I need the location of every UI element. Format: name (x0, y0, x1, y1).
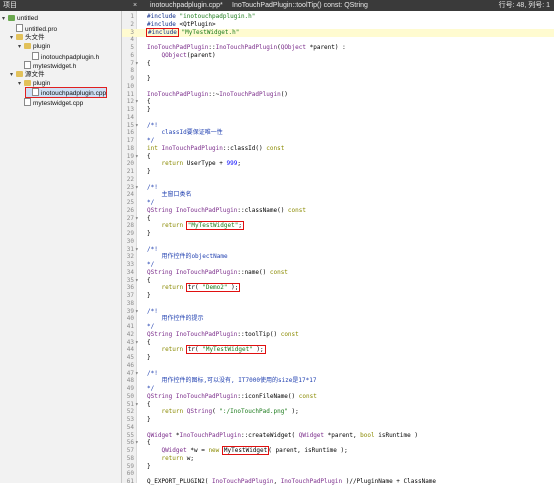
file-icon (24, 61, 31, 69)
tree-item-label: mytestwidget.cpp (33, 100, 84, 107)
folder-icon (24, 80, 31, 86)
folder-icon (24, 43, 31, 49)
tree-project[interactable]: ▾ untitled (2, 14, 38, 23)
folder-icon (16, 71, 23, 77)
file-icon (32, 88, 39, 96)
file-icon (32, 52, 39, 60)
file-icon (16, 24, 23, 32)
function-breadcrumb[interactable]: InoTouchPadPlugin::toolTip() const: QStr… (232, 0, 368, 11)
code-editor[interactable]: 1 #include "inotouchpadplugin.h" 2 #include… (122, 11, 554, 486)
tree-folder[interactable]: ▾ plugin (18, 79, 50, 88)
close-icon[interactable]: × (133, 0, 137, 11)
tree-file[interactable]: untitled.pro (10, 24, 57, 33)
project-tree[interactable]: ▾ untitled untitled.pro ▾ 头文件 ▾ plugin inotou… (0, 11, 122, 483)
tree-item-label: 头文件 (25, 34, 45, 41)
folder-icon (16, 34, 23, 40)
tree-item-label: 源文件 (25, 71, 45, 78)
line-number: 61 (126, 478, 134, 485)
tree-item-label: mytestwidget.h (33, 63, 77, 70)
tree-item-label: plugin (33, 43, 51, 50)
tree-folder[interactable]: ▾ 源文件 (10, 70, 45, 79)
code-text: Q_EXPORT_PLUGIN2( InoTouchPadPlugin, Ino… (147, 478, 437, 485)
tree-file[interactable]: mytestwidget.h (18, 61, 76, 70)
tree-file[interactable]: inotouchpadplugin.cpp (24, 87, 108, 98)
tree-item-label: inotouchpadplugin.h (41, 54, 100, 61)
code-line[interactable]: 61 Q_EXPORT_PLUGIN2( InoTouchPadPlugin, I… (122, 478, 554, 486)
tree-item-label: inotouchpadplugin.cpp (41, 90, 107, 97)
project-icon (8, 15, 15, 21)
tree-file[interactable]: mytestwidget.cpp (18, 98, 83, 107)
tree-folder[interactable]: ▾ 头文件 (10, 33, 45, 42)
file-icon (24, 98, 31, 106)
top-toolbar: 项目 × inotouchpadplugin.cpp* InoTouchPadP… (0, 0, 554, 11)
project-pane-title: 项目 (3, 2, 17, 9)
tree-folder[interactable]: ▾ plugin (18, 42, 50, 51)
tree-item-label: untitled.pro (25, 26, 58, 33)
cursor-position: 行号: 48, 列号: 1 (498, 2, 550, 9)
tree-item-label: untitled (17, 15, 38, 22)
tree-file[interactable]: inotouchpadplugin.h (26, 52, 99, 61)
file-tab[interactable]: inotouchpadplugin.cpp* (150, 0, 223, 11)
tree-item-label: plugin (33, 80, 51, 87)
